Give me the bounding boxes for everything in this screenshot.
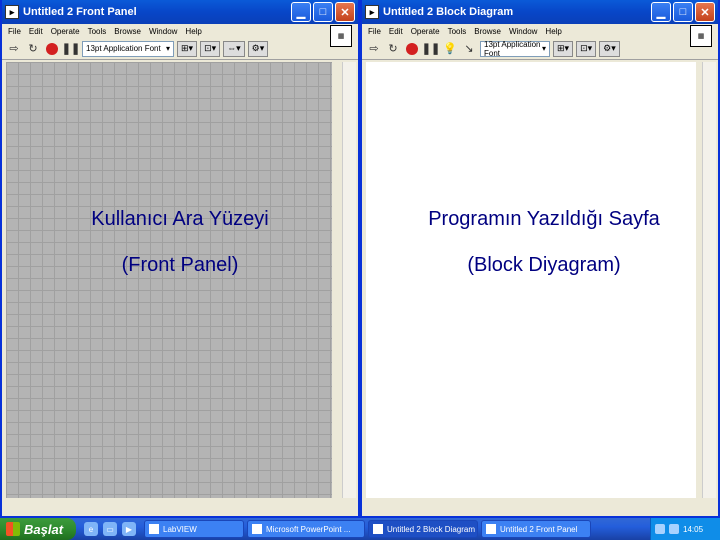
maximize-button[interactable]: □	[313, 2, 333, 22]
front-panel-caption-subtitle: (Front Panel)	[121, 254, 239, 276]
front-panel-menubar: File Edit Operate Tools Browse Window He…	[2, 24, 358, 38]
align-objects-button[interactable]: ⊞▾	[553, 40, 574, 57]
pause-icon[interactable]: ❚❚	[62, 41, 80, 57]
pause-icon[interactable]: ❚❚	[422, 41, 440, 57]
powerpoint-icon	[252, 524, 262, 534]
desktop-icon[interactable]: ▭	[103, 522, 117, 536]
step-into-icon[interactable]: ↘	[461, 41, 477, 57]
font-selector-label: 13pt Application Font	[484, 39, 541, 58]
font-selector[interactable]: 13pt Application Font ▾	[480, 39, 550, 58]
labview-app-icon: ▸	[5, 5, 19, 19]
abort-icon[interactable]	[406, 42, 418, 55]
block-diagram-titlebar[interactable]: ▸ Untitled 2 Block Diagram ▁ □ ✕	[362, 0, 718, 24]
menu-tools[interactable]: Tools	[448, 27, 467, 36]
front-panel-toolbar: ⇨ ↻ ❚❚ 13pt Application Font ▾ ⊞▾ ⊡▾ ⇔▾ …	[2, 38, 358, 60]
taskbar-item-front-panel[interactable]: Untitled 2 Front Panel	[481, 520, 591, 538]
reorder-button[interactable]: ⚙▾	[247, 40, 269, 57]
block-diagram-caption-title: Programın Yazıldığı Sayfa	[428, 208, 660, 230]
menu-file[interactable]: File	[368, 27, 381, 36]
vi-icon	[373, 524, 383, 534]
menu-browse[interactable]: Browse	[114, 27, 141, 36]
block-diagram-canvas[interactable]	[366, 62, 696, 498]
chevron-down-icon: ▾	[165, 44, 170, 53]
block-diagram-title: Untitled 2 Block Diagram	[383, 6, 514, 18]
taskbar-item-powerpoint[interactable]: Microsoft PowerPoint ...	[247, 520, 365, 538]
block-diagram-window: ▸ Untitled 2 Block Diagram ▁ □ ✕ File Ed…	[360, 0, 720, 518]
taskbar-item-label: Untitled 2 Block Diagram	[387, 524, 476, 534]
close-button[interactable]: ✕	[335, 2, 355, 22]
run-arrow-icon[interactable]: ⇨	[6, 41, 22, 57]
start-button-label: Başlat	[24, 521, 64, 537]
chevron-down-icon: ▾	[541, 44, 546, 53]
clock[interactable]: 14:05	[683, 525, 703, 534]
block-diagram-caption-subtitle: (Block Diyagram)	[467, 254, 621, 276]
vi-icon	[486, 524, 496, 534]
taskbar: Başlat e ▭ ▶ LabVIEW Microsoft PowerPoin…	[0, 518, 720, 540]
menu-operate[interactable]: Operate	[411, 27, 440, 36]
menu-tools[interactable]: Tools	[88, 27, 107, 36]
run-continuously-icon[interactable]: ↻	[25, 41, 41, 57]
distribute-objects-button[interactable]: ⊡▾	[200, 40, 221, 57]
taskbar-item-label: Untitled 2 Front Panel	[500, 524, 578, 534]
browser-icon[interactable]: e	[84, 522, 98, 536]
media-player-icon[interactable]: ▶	[122, 522, 136, 536]
block-diagram-vertical-scrollbar[interactable]	[702, 62, 716, 498]
run-continuously-icon[interactable]: ↻	[385, 41, 401, 57]
abort-icon[interactable]	[46, 42, 58, 55]
align-objects-button[interactable]: ⊞▾	[177, 40, 198, 57]
vi-connector-icon[interactable]: ▦	[690, 25, 712, 47]
maximize-button[interactable]: □	[673, 2, 693, 22]
font-selector-label: 13pt Application Font	[86, 44, 161, 53]
menu-window[interactable]: Window	[149, 27, 177, 36]
menu-operate[interactable]: Operate	[51, 27, 80, 36]
reorder-button[interactable]: ⚙▾	[599, 40, 620, 57]
windows-logo-icon	[6, 522, 20, 536]
network-icon[interactable]	[655, 524, 665, 534]
front-panel-canvas[interactable]	[6, 62, 332, 498]
menu-edit[interactable]: Edit	[389, 27, 403, 36]
taskbar-item-labview[interactable]: LabVIEW	[144, 520, 244, 538]
system-tray: 14:05	[650, 518, 720, 540]
resize-objects-button[interactable]: ⇔▾	[223, 40, 245, 57]
menu-edit[interactable]: Edit	[29, 27, 43, 36]
front-panel-window: ▸ Untitled 2 Front Panel ▁ □ ✕ File Edit…	[0, 0, 360, 518]
menu-help[interactable]: Help	[185, 27, 201, 36]
menu-window[interactable]: Window	[509, 27, 537, 36]
minimize-button[interactable]: ▁	[291, 2, 311, 22]
menu-help[interactable]: Help	[545, 27, 561, 36]
close-button[interactable]: ✕	[695, 2, 715, 22]
minimize-button[interactable]: ▁	[651, 2, 671, 22]
volume-icon[interactable]	[669, 524, 679, 534]
highlight-execution-icon[interactable]: 💡	[442, 41, 458, 57]
menu-browse[interactable]: Browse	[474, 27, 501, 36]
front-panel-titlebar[interactable]: ▸ Untitled 2 Front Panel ▁ □ ✕	[2, 0, 358, 24]
start-button[interactable]: Başlat	[0, 518, 76, 540]
taskbar-item-label: LabVIEW	[163, 524, 197, 534]
block-diagram-toolbar: ⇨ ↻ ❚❚ 💡 ↘ 13pt Application Font ▾ ⊞▾ ⊡▾…	[362, 38, 718, 60]
run-arrow-icon[interactable]: ⇨	[366, 41, 382, 57]
labview-app-icon: ▸	[365, 5, 379, 19]
front-panel-title: Untitled 2 Front Panel	[23, 6, 137, 18]
taskbar-item-label: Microsoft PowerPoint ...	[266, 524, 351, 534]
distribute-objects-button[interactable]: ⊡▾	[576, 40, 597, 57]
block-diagram-menubar: File Edit Operate Tools Browse Window He…	[362, 24, 718, 38]
labview-icon	[149, 524, 159, 534]
front-panel-caption-title: Kullanıcı Ara Yüzeyi	[91, 208, 269, 230]
front-panel-vertical-scrollbar[interactable]	[342, 62, 356, 498]
menu-file[interactable]: File	[8, 27, 21, 36]
vi-connector-icon[interactable]: ▦	[330, 25, 352, 47]
taskbar-item-block-diagram[interactable]: Untitled 2 Block Diagram	[368, 520, 478, 538]
quick-launch: e ▭ ▶	[76, 522, 144, 536]
font-selector[interactable]: 13pt Application Font ▾	[82, 40, 174, 57]
